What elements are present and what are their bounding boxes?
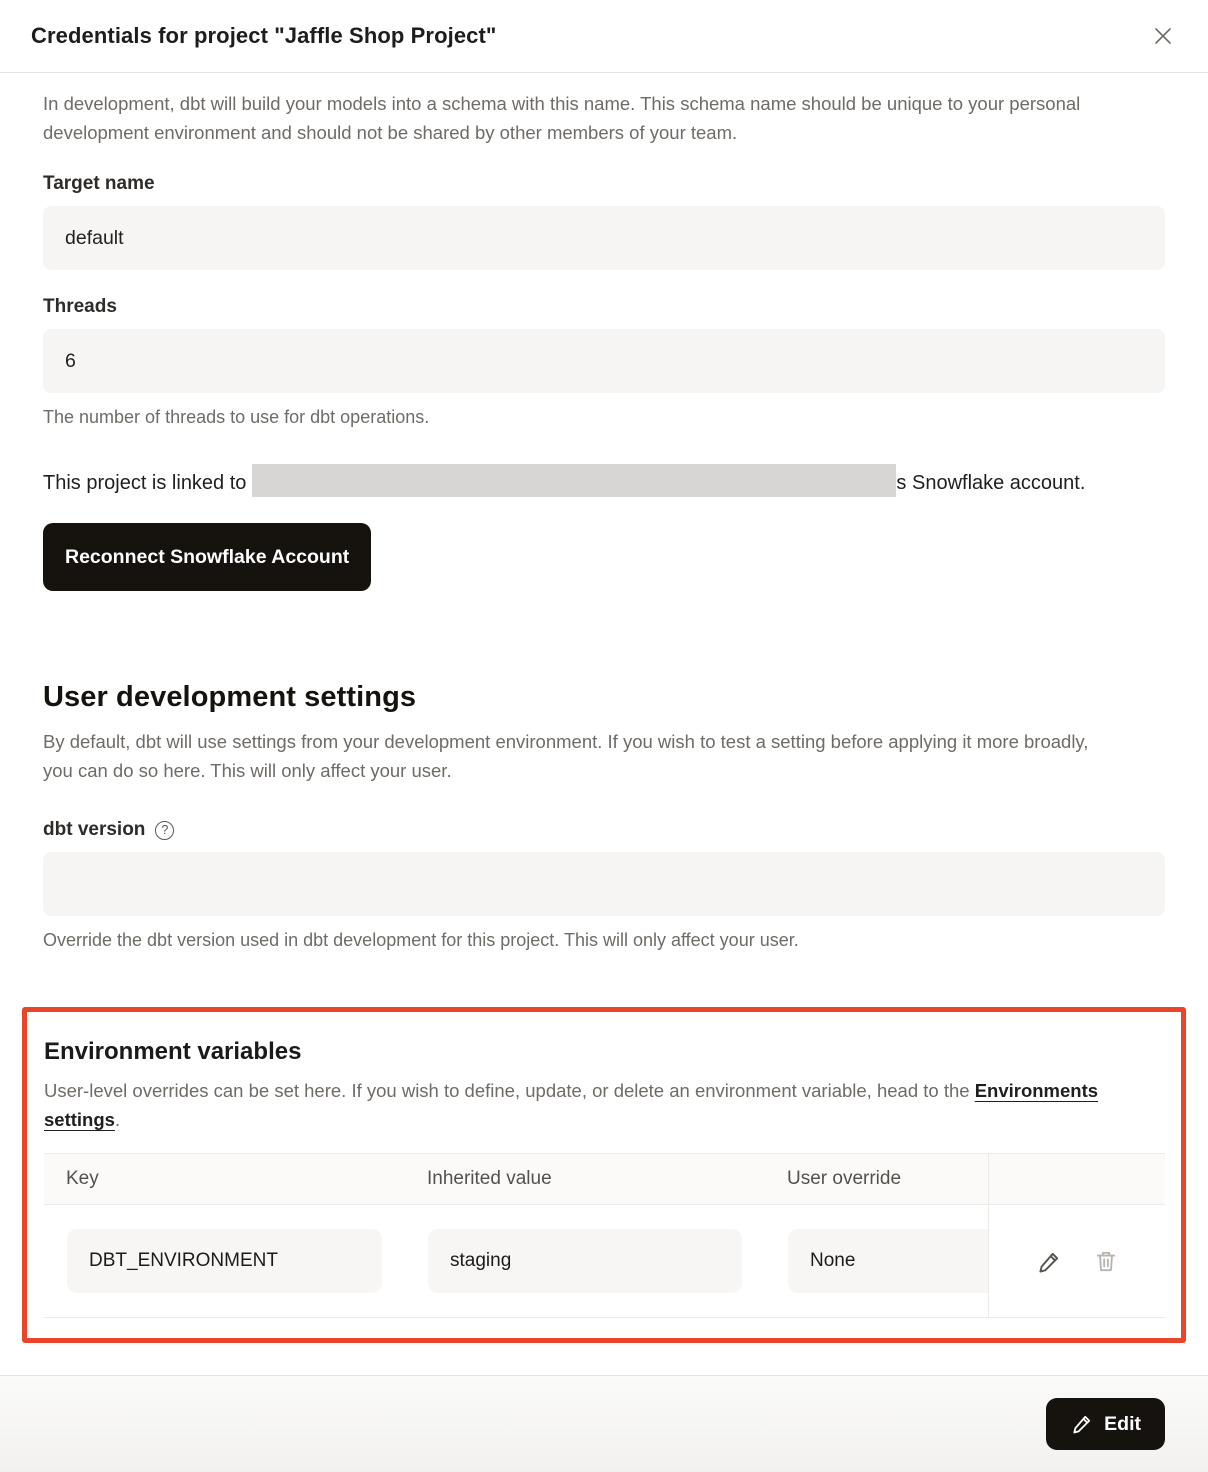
delete-env-var-button[interactable]: [1091, 1246, 1121, 1276]
column-header-actions: [988, 1154, 1165, 1204]
modal-footer: Edit: [0, 1375, 1208, 1472]
table-row: DBT_ENVIRONMENT staging None: [44, 1205, 1165, 1318]
column-header-inherited-value: Inherited value: [405, 1168, 765, 1190]
environment-variables-table: Key Inherited value User override DBT_EN…: [44, 1153, 1165, 1318]
environment-variables-section: Environment variables User-level overrid…: [22, 1007, 1186, 1343]
env-var-user-override-cell: None: [788, 1229, 988, 1293]
column-header-key: Key: [44, 1168, 405, 1190]
edit-button[interactable]: Edit: [1046, 1398, 1165, 1450]
target-name-input[interactable]: [43, 206, 1165, 270]
user-dev-settings-description: By default, dbt will use settings from y…: [43, 727, 1113, 785]
dbt-version-input[interactable]: [43, 852, 1165, 916]
row-actions-cell: [988, 1205, 1165, 1317]
schema-description: In development, dbt will build your mode…: [43, 89, 1163, 147]
reconnect-snowflake-button[interactable]: Reconnect Snowflake Account: [43, 523, 371, 591]
env-var-key-cell: DBT_ENVIRONMENT: [67, 1229, 382, 1293]
modal-header: Credentials for project "Jaffle Shop Pro…: [0, 0, 1208, 73]
close-icon: [1150, 23, 1176, 49]
user-dev-settings-heading: User development settings: [43, 681, 1165, 714]
edit-pencil-icon: [1070, 1412, 1094, 1436]
linked-account-text: This project is linked tos Snowflake acc…: [43, 464, 1153, 501]
column-header-user-override: User override: [765, 1168, 988, 1190]
table-header-row: Key Inherited value User override: [44, 1153, 1165, 1205]
close-button[interactable]: [1149, 22, 1177, 50]
trash-icon: [1093, 1248, 1119, 1274]
threads-input[interactable]: [43, 329, 1165, 393]
target-name-label: Target name: [43, 173, 1165, 195]
dbt-version-helper-text: Override the dbt version used in dbt dev…: [43, 930, 1165, 951]
dbt-version-label: dbt version ?: [43, 819, 1165, 841]
environment-variables-description: User-level overrides can be set here. If…: [44, 1076, 1159, 1134]
environment-variables-heading: Environment variables: [44, 1038, 1165, 1066]
redacted-account-name: [252, 464, 896, 497]
edit-env-var-button[interactable]: [1034, 1246, 1065, 1277]
edit-button-label: Edit: [1104, 1413, 1141, 1436]
help-icon[interactable]: ?: [155, 821, 174, 840]
modal-title: Credentials for project "Jaffle Shop Pro…: [31, 23, 496, 49]
modal-body: In development, dbt will build your mode…: [0, 89, 1208, 1343]
threads-label: Threads: [43, 296, 1165, 318]
threads-helper-text: The number of threads to use for dbt ope…: [43, 407, 1165, 428]
reconnect-button-label: Reconnect Snowflake Account: [65, 546, 349, 569]
pencil-icon: [1036, 1248, 1063, 1275]
env-var-inherited-value-cell: staging: [428, 1229, 742, 1293]
